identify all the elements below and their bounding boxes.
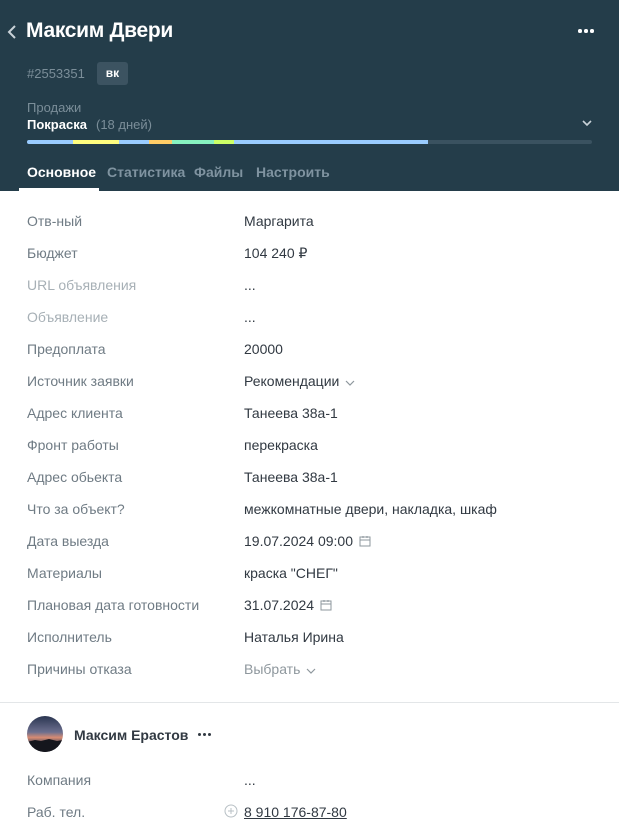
calendar-icon: [320, 598, 332, 614]
field-work-scope: Фронт работы перекраска: [0, 430, 619, 462]
contact-name[interactable]: Максим Ерастов: [74, 727, 188, 743]
chevron-down-icon: [345, 374, 355, 390]
field-ad: Объявление ...: [0, 302, 619, 334]
section-divider: [0, 702, 619, 703]
field-responsible: Отв-ный Маргарита: [0, 206, 619, 238]
field-value[interactable]: межкомнатные двери, накладка, шкаф: [244, 501, 497, 517]
field-value[interactable]: ...: [244, 309, 256, 325]
field-value: 19.07.2024 09:00: [244, 533, 353, 549]
lead-id: #2553351: [27, 66, 85, 81]
refusal-reason-select[interactable]: Выбрать: [244, 661, 316, 678]
field-value[interactable]: 20000: [244, 341, 283, 357]
field-label: Бюджет: [27, 245, 78, 261]
active-tab-underline: [19, 188, 99, 191]
avatar[interactable]: [27, 716, 63, 752]
field-value: Выбрать: [244, 661, 301, 677]
field-value[interactable]: Танеева 38а-1: [244, 405, 338, 421]
field-label: Отв-ный: [27, 213, 83, 229]
field-value[interactable]: краска "СНЕГ": [244, 565, 338, 581]
field-label: Адрес клиента: [27, 405, 123, 421]
more-horizontal-icon[interactable]: [197, 733, 213, 739]
stage-progress-bar[interactable]: [27, 140, 592, 144]
company-value[interactable]: ...: [244, 772, 256, 788]
stage-segment: [172, 140, 214, 144]
field-refusal-reason: Причины отказа Выбрать: [0, 654, 619, 686]
stage-segment: [73, 140, 120, 144]
field-budget: Бюджет 104 240 ₽: [0, 238, 619, 270]
more-horizontal-icon[interactable]: [577, 23, 595, 39]
tab-statistics[interactable]: Статистика: [107, 164, 185, 180]
lead-tabs: Основное Статистика Файлы Настроить: [0, 164, 619, 191]
field-due-date: Плановая дата готовности 31.07.2024: [0, 590, 619, 622]
field-label: Причины отказа: [27, 661, 132, 677]
stage-segment: [27, 140, 74, 144]
field-label: Что за объект?: [27, 501, 125, 517]
company-label: Компания: [27, 772, 92, 788]
field-value[interactable]: Танеева 38а-1: [244, 469, 338, 485]
calendar-icon: [359, 534, 371, 550]
stage-segment: [234, 140, 429, 144]
phone-link[interactable]: 8 910 176-87-80: [244, 804, 347, 820]
tab-files[interactable]: Файлы: [194, 164, 243, 180]
field-label: Фронт работы: [27, 437, 119, 453]
field-label: Источник заявки: [27, 373, 134, 389]
due-date-picker[interactable]: 31.07.2024: [244, 597, 332, 614]
stage-days: (18 дней): [96, 117, 152, 132]
pipeline-name: Продажи: [27, 100, 82, 115]
field-label: Плановая дата готовности: [27, 597, 200, 613]
tab-main[interactable]: Основное: [27, 164, 96, 180]
lead-header: Максим Двери #2553351 вк Продажи Покраск…: [0, 0, 619, 191]
field-ad-url: URL объявления ...: [0, 270, 619, 302]
field-value: 31.07.2024: [244, 597, 315, 613]
field-label: Адрес обьекта: [27, 469, 123, 485]
field-value[interactable]: перекраска: [244, 437, 318, 453]
field-client-address: Адрес клиента Танеева 38а-1: [0, 398, 619, 430]
field-lead-source: Источник заявки Рекомендации: [0, 366, 619, 398]
stage-segment: [149, 140, 173, 144]
phone-label: Раб. тел.: [27, 804, 86, 820]
stage-segment: [213, 140, 235, 144]
lead-source-select[interactable]: Рекомендации: [244, 373, 355, 390]
field-executor: Исполнитель Наталья Ирина: [0, 622, 619, 654]
field-object-type: Что за объект? межкомнатные двери, накла…: [0, 494, 619, 526]
field-prepayment: Предоплата 20000: [0, 334, 619, 366]
source-badge[interactable]: вк: [97, 62, 128, 85]
chevron-down-icon[interactable]: [580, 116, 594, 128]
field-label: Дата выезда: [27, 533, 109, 549]
field-visit-date: Дата выезда 19.07.2024 09:00: [0, 526, 619, 558]
field-label: URL объявления: [27, 277, 137, 293]
field-object-address: Адрес обьекта Танеева 38а-1: [0, 462, 619, 494]
stage-segment: [119, 140, 150, 144]
field-label: Объявление: [27, 309, 109, 325]
field-value[interactable]: ...: [244, 277, 256, 293]
phone-add-icon[interactable]: [224, 804, 238, 818]
field-value[interactable]: Маргарита: [244, 213, 314, 229]
chevron-down-icon: [306, 662, 316, 678]
field-value[interactable]: Наталья Ирина: [244, 629, 344, 645]
field-value[interactable]: 104 240 ₽: [244, 245, 307, 262]
chevron-left-icon[interactable]: [6, 23, 20, 41]
tab-settings[interactable]: Настроить: [256, 164, 330, 180]
lead-title[interactable]: Максим Двери: [26, 19, 173, 43]
stage-name[interactable]: Покраска: [27, 117, 87, 132]
visit-date-picker[interactable]: 19.07.2024 09:00: [244, 533, 371, 550]
field-materials: Материалы краска "СНЕГ": [0, 558, 619, 590]
field-value: Рекомендации: [244, 373, 340, 389]
field-label: Материалы: [27, 565, 102, 581]
field-label: Исполнитель: [27, 629, 112, 645]
field-label: Предоплата: [27, 341, 106, 357]
